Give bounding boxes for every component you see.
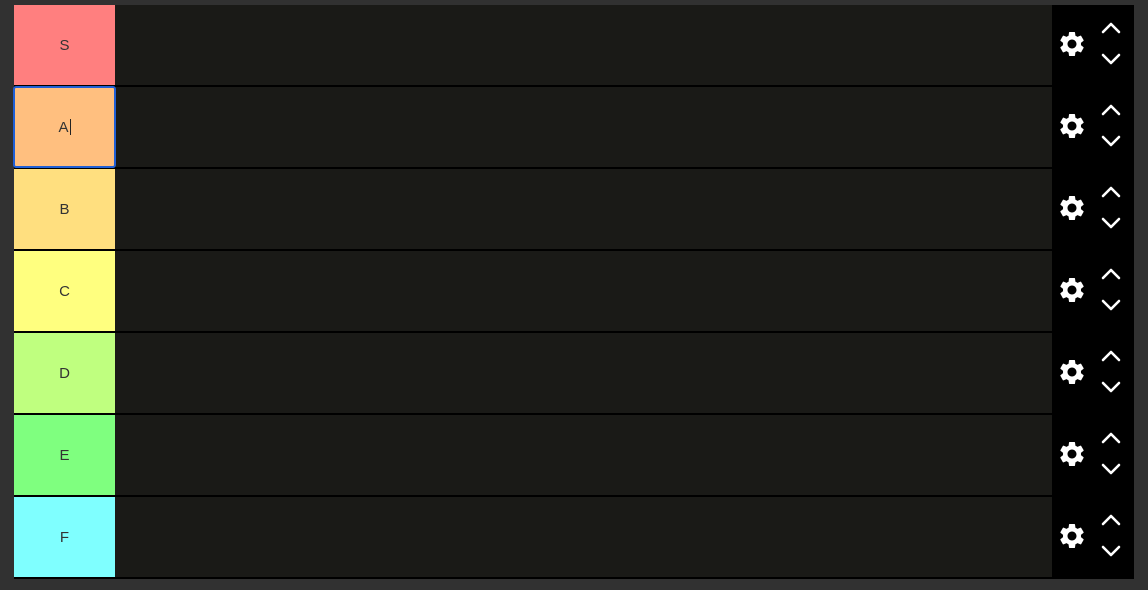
gear-icon[interactable] <box>1057 111 1087 141</box>
tier-items-s[interactable] <box>115 5 1052 85</box>
gear-icon[interactable] <box>1057 193 1087 223</box>
tier-label-e[interactable]: E <box>14 415 115 495</box>
tier-items-d[interactable] <box>115 333 1052 413</box>
tier-controls-a <box>1052 87 1134 167</box>
chevron-up-icon[interactable] <box>1100 20 1122 36</box>
tier-label-text: C <box>59 282 70 300</box>
tier-items-f[interactable] <box>115 497 1052 577</box>
tier-label-s[interactable]: S <box>14 5 115 85</box>
tier-controls-b <box>1052 169 1134 249</box>
chevron-down-icon[interactable] <box>1100 461 1122 477</box>
tier-controls-f <box>1052 497 1134 577</box>
tier-list: S A B C D E F <box>13 5 1134 579</box>
tier-label-d[interactable]: D <box>14 333 115 413</box>
chevron-down-icon[interactable] <box>1100 133 1122 149</box>
tier-label-a[interactable]: A <box>13 86 116 168</box>
gear-icon[interactable] <box>1057 521 1087 551</box>
tier-items-c[interactable] <box>115 251 1052 331</box>
tier-label-text: B <box>59 200 70 218</box>
chevron-up-icon[interactable] <box>1100 348 1122 364</box>
tier-row-c: C <box>14 251 1134 331</box>
tier-row-b: B <box>14 169 1134 249</box>
tier-controls-d <box>1052 333 1134 413</box>
tier-items-b[interactable] <box>115 169 1052 249</box>
chevron-down-icon[interactable] <box>1100 543 1122 559</box>
gear-icon[interactable] <box>1057 439 1087 469</box>
tier-label-f[interactable]: F <box>14 497 115 577</box>
tier-label-text: A <box>58 118 69 136</box>
gear-icon[interactable] <box>1057 275 1087 305</box>
chevron-down-icon[interactable] <box>1100 297 1122 313</box>
tier-controls-e <box>1052 415 1134 495</box>
text-cursor <box>69 119 71 135</box>
tier-row-a: A <box>13 86 1134 168</box>
chevron-down-icon[interactable] <box>1100 379 1122 395</box>
chevron-down-icon[interactable] <box>1100 215 1122 231</box>
tier-label-text: E <box>59 446 70 464</box>
chevron-up-icon[interactable] <box>1100 266 1122 282</box>
tier-label-text: D <box>59 364 70 382</box>
tier-label-c[interactable]: C <box>14 251 115 331</box>
chevron-up-icon[interactable] <box>1100 512 1122 528</box>
tier-items-a[interactable] <box>115 87 1052 167</box>
chevron-down-icon[interactable] <box>1100 51 1122 67</box>
tier-items-e[interactable] <box>115 415 1052 495</box>
tier-row-s: S <box>14 5 1134 85</box>
tier-controls-c <box>1052 251 1134 331</box>
tier-row-f: F <box>14 497 1134 577</box>
gear-icon[interactable] <box>1057 357 1087 387</box>
tier-label-text: S <box>59 36 70 54</box>
tier-label-b[interactable]: B <box>14 169 115 249</box>
tier-controls-s <box>1052 5 1134 85</box>
chevron-up-icon[interactable] <box>1100 102 1122 118</box>
tier-row-e: E <box>14 415 1134 495</box>
chevron-up-icon[interactable] <box>1100 430 1122 446</box>
tier-row-d: D <box>14 333 1134 413</box>
tier-label-text: F <box>59 528 70 546</box>
chevron-up-icon[interactable] <box>1100 184 1122 200</box>
gear-icon[interactable] <box>1057 29 1087 59</box>
